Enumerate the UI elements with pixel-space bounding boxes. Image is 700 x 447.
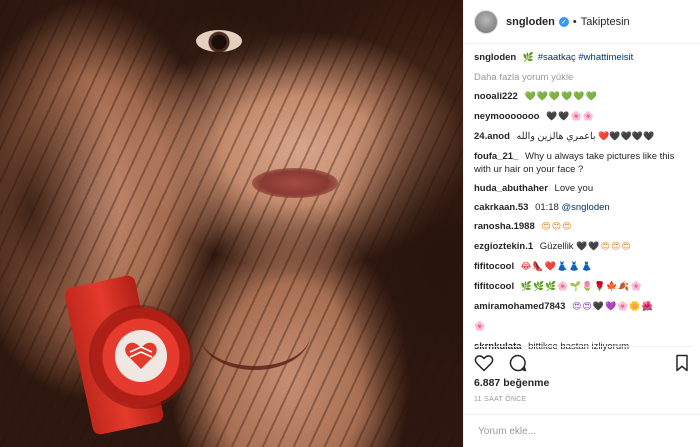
comment-input[interactable] (478, 425, 687, 437)
comment-username[interactable]: neymooooooo (474, 111, 539, 122)
comment-username[interactable]: amiramohamed7843 (474, 301, 565, 312)
post-actions (474, 346, 692, 374)
post-side-panel: sngloden ✓ • Takiptesin sngloden 🌿 #saat… (463, 0, 700, 447)
list-item: neymooooooo 🖤🖤🌸🌸 (474, 110, 690, 124)
add-comment-bar (464, 414, 700, 447)
comment-username[interactable]: 24.anod (474, 131, 510, 142)
header-username[interactable]: sngloden (506, 16, 555, 28)
post-timestamp: 11 SAAT ÖNCE (474, 396, 527, 403)
comment-emoji: 😍😍😍 (541, 222, 573, 232)
list-item: amiramohamed7843 😍😍🖤💜🌸🌼🌺 (474, 300, 690, 314)
watch-heart-icon (125, 342, 157, 369)
list-item: huda_abuthaher Love you (474, 182, 690, 195)
comment-username[interactable]: nooali222 (474, 91, 518, 102)
comment-bubble-icon[interactable] (508, 353, 528, 373)
comment-emoji: 🖤🖤😍😍😍 (576, 242, 632, 252)
header-separator: • (572, 15, 577, 28)
list-item: ranosha.1988 😍😍😍 (474, 220, 690, 234)
list-item: 🌸 (474, 320, 690, 334)
comment-username[interactable]: ranosha.1988 (474, 221, 535, 232)
comment-username[interactable]: fifitocool (474, 261, 514, 272)
caption-username[interactable]: sngloden (474, 52, 516, 63)
load-more-comments-link[interactable]: Daha fazla yorum yükle (474, 71, 690, 84)
watch-face (115, 330, 167, 382)
comment-emoji: 🌸 (474, 322, 487, 332)
comment-mention[interactable]: @sngloden (561, 202, 609, 213)
caption-hashtags[interactable]: #saatkaç #whattimeisit (538, 52, 634, 63)
heart-icon[interactable] (474, 353, 494, 373)
comments-list: sngloden 🌿 #saatkaç #whattimeisit Daha f… (464, 44, 700, 353)
comment-text: 01:18 (535, 202, 559, 213)
comment-username[interactable]: fifitocool (474, 281, 514, 292)
comment-emoji: ❤️🖤🖤🖤🖤 (598, 132, 655, 142)
comment-emoji: 🌿🌿🌿🌸🌱🌷🌹🍁🍂🌸 (520, 282, 643, 292)
photo-necklace (200, 300, 310, 370)
likes-count[interactable]: 6.887 beğenme (474, 377, 549, 389)
comment-text: باعمري هالزين والله (516, 131, 596, 142)
comment-emoji: 😂👠❤️👗👗👗 (520, 262, 594, 272)
comment-emoji: 💚💚💚💚💚💚 (524, 92, 598, 102)
comment-username[interactable]: cakrkaan.53 (474, 202, 528, 213)
photo-eye (196, 30, 242, 52)
list-item: foufa_21_ Why u always take pictures lik… (474, 150, 690, 176)
list-item: 24.anod باعمري هالزين والله ❤️🖤🖤🖤🖤 (474, 130, 690, 144)
comment-username[interactable]: foufa_21_ (474, 151, 518, 162)
photo-lips (252, 168, 338, 198)
list-item: ezgioztekin.1 Güzellik 🖤🖤😍😍😍 (474, 240, 690, 254)
list-item: fifitocool 🌿🌿🌿🌸🌱🌷🌹🍁🍂🌸 (474, 280, 690, 294)
follow-status-button[interactable]: Takiptesin (581, 16, 630, 28)
comment-username[interactable]: ezgioztekin.1 (474, 241, 533, 252)
list-item: nooali222 💚💚💚💚💚💚 (474, 90, 690, 104)
bookmark-icon[interactable] (672, 353, 692, 373)
comment-text: Love you (554, 183, 594, 194)
leaf-emoji: 🌿 (522, 53, 536, 63)
comment-emoji: 😍😍🖤💜🌸🌼🌺 (572, 302, 654, 312)
post-header: sngloden ✓ • Takiptesin (464, 0, 700, 44)
post-photo[interactable] (0, 0, 463, 447)
list-item: cakrkaan.53 01:18 @sngloden (474, 201, 690, 214)
list-item: fifitocool 😂👠❤️👗👗👗 (474, 260, 690, 274)
avatar[interactable] (474, 9, 498, 34)
comment-username[interactable]: huda_abuthaher (474, 183, 548, 194)
caption: sngloden 🌿 #saatkaç #whattimeisit (474, 51, 690, 65)
photo-hair-overlay (0, 0, 463, 447)
comment-text: Güzellik (539, 241, 574, 252)
comment-emoji: 🖤🖤🌸🌸 (546, 112, 595, 122)
verified-badge-icon: ✓ (558, 16, 569, 27)
